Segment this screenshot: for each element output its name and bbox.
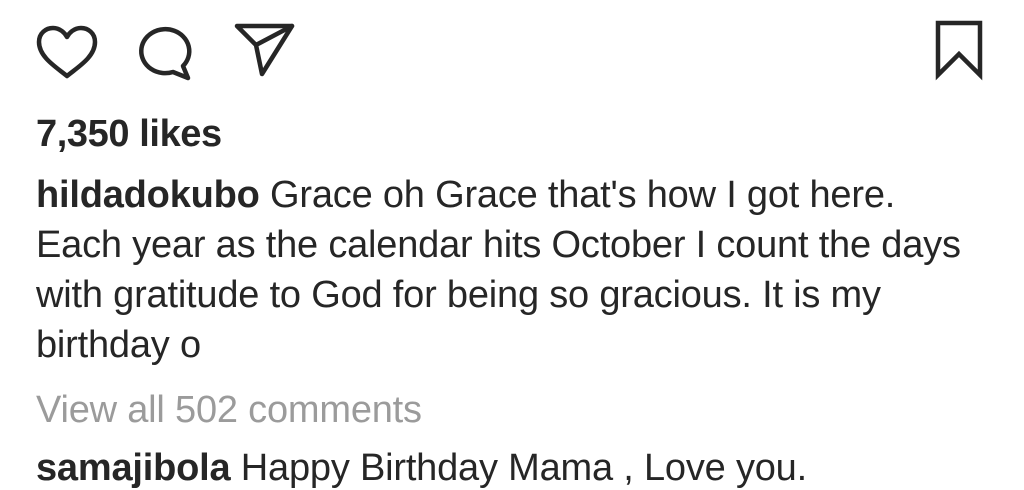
post-caption: hildadokubo Grace oh Grace that's how I …: [36, 170, 976, 370]
comment-icon[interactable]: [136, 26, 196, 81]
caption-username[interactable]: hildadokubo: [36, 174, 260, 216]
heart-icon[interactable]: [36, 25, 98, 80]
view-all-comments-link[interactable]: View all 502 comments: [36, 388, 422, 432]
bookmark-icon[interactable]: [934, 20, 984, 81]
comment-username[interactable]: samajibola: [36, 447, 231, 489]
post-action-bar: [0, 0, 1024, 100]
likes-count[interactable]: 7,350 likes: [36, 112, 222, 156]
share-icon[interactable]: [234, 22, 296, 78]
comment-text: Happy Birthday Mama , Love you.: [240, 447, 807, 489]
comment-item: samajibola Happy Birthday Mama , Love yo…: [36, 446, 996, 490]
